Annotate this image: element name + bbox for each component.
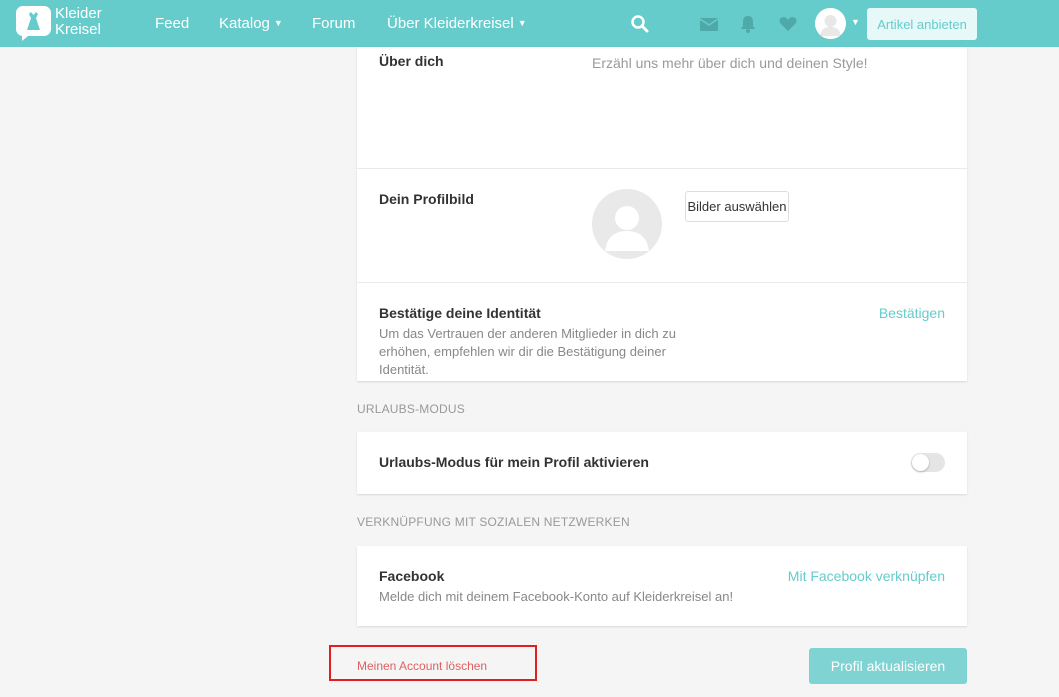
nav-feed[interactable]: Feed [155, 15, 189, 32]
nav-about[interactable]: Über Kleiderkreisel ▼ [387, 15, 527, 32]
delete-account-link[interactable]: Meinen Account löschen [357, 659, 487, 673]
vacation-card: Urlaubs-Modus für mein Profil aktivieren [357, 432, 967, 494]
social-section-title: VERKNÜPFUNG MIT SOZIALEN NETZWERKEN [357, 515, 630, 529]
heart-icon[interactable] [778, 14, 798, 34]
vacation-mode-toggle[interactable] [911, 453, 945, 472]
chevron-down-icon[interactable]: ▼ [851, 17, 860, 27]
logo-wordmark[interactable]: Kleider Kreisel [55, 6, 102, 38]
nav-forum[interactable]: Forum [312, 15, 355, 32]
about-textarea[interactable]: Erzähl uns mehr über dich und deinen Sty… [592, 55, 947, 71]
avatar-silhouette-icon [815, 8, 846, 39]
identity-row: Bestätige deine Identität Um das Vertrau… [357, 283, 967, 381]
update-profile-button[interactable]: Profil aktualisieren [809, 648, 967, 684]
user-avatar[interactable] [815, 8, 846, 39]
profile-placeholder-icon [592, 189, 662, 259]
bell-icon[interactable] [738, 14, 758, 34]
logo-line-1: Kleider [55, 5, 102, 22]
profile-picture-row: Dein Profilbild Bilder auswählen [357, 169, 967, 282]
facebook-label: Facebook [379, 568, 445, 584]
chevron-down-icon: ▼ [273, 18, 283, 28]
connect-facebook-link[interactable]: Mit Facebook verknüpfen [788, 568, 945, 584]
nav-catalog[interactable]: Katalog ▼ [219, 15, 283, 32]
vacation-label: Urlaubs-Modus für mein Profil aktivieren [379, 454, 649, 470]
about-label: Über dich [379, 53, 444, 69]
facebook-description: Melde dich mit deinem Facebook-Konto auf… [379, 589, 734, 604]
sell-item-button[interactable]: Artikel anbieten [867, 8, 977, 40]
choose-images-button[interactable]: Bilder auswählen [685, 191, 789, 222]
about-row: Über dich Erzähl uns mehr über dich und … [357, 47, 967, 168]
logo-line-2: Kreisel [55, 21, 101, 38]
identity-label: Bestätige deine Identität [379, 305, 541, 321]
kleiderkreisel-logo-icon[interactable] [16, 6, 51, 41]
search-icon[interactable] [630, 14, 650, 34]
top-navigation-bar: Kleider Kreisel Feed Katalog ▼ Forum Über… [0, 0, 1059, 47]
confirm-identity-link[interactable]: Bestätigen [879, 305, 945, 321]
profile-picture-label: Dein Profilbild [379, 191, 474, 207]
toggle-knob [912, 454, 929, 471]
mail-icon[interactable] [699, 14, 719, 34]
profile-settings-card: Über dich Erzähl uns mehr über dich und … [357, 47, 967, 381]
chevron-down-icon: ▼ [517, 18, 527, 28]
nav-catalog-label: Katalog [219, 15, 270, 32]
facebook-card: Facebook Melde dich mit deinem Facebook-… [357, 546, 967, 626]
identity-description: Um das Vertrauen der anderen Mitglieder … [379, 326, 676, 377]
nav-about-label: Über Kleiderkreisel [387, 15, 514, 32]
vacation-section-title: URLAUBS-MODUS [357, 402, 465, 416]
